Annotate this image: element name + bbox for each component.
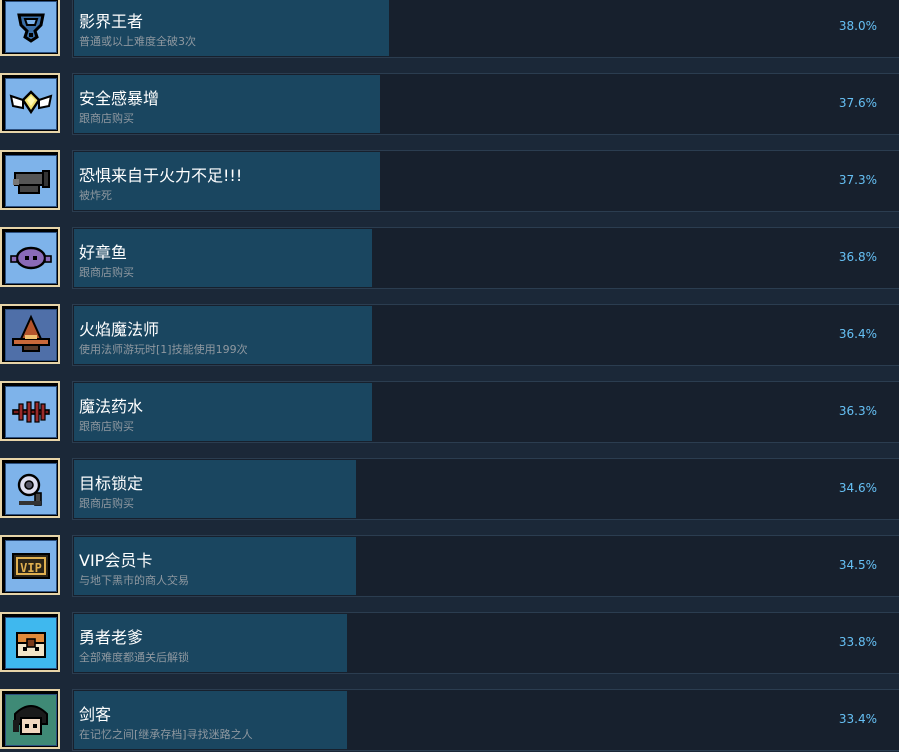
target-scope-icon (5, 463, 57, 515)
achievement-description: 跟商店购买 (79, 420, 134, 433)
achievement-title: 勇者老爹 (79, 628, 144, 647)
achievement-description: 跟商店购买 (79, 112, 134, 125)
achievement-title: 影界王者 (79, 12, 144, 31)
achievement-row[interactable]: 火焰魔法师 使用法师游玩时[1]技能使用199次 36.4% (0, 304, 899, 368)
achievement-row[interactable]: 安全感暴增 跟商店购买 37.6% (0, 73, 899, 137)
treasure-chest-icon (5, 617, 57, 669)
achievement-title: VIP会员卡 (79, 551, 153, 570)
svg-text:VIP: VIP (20, 561, 42, 575)
achievement-icon-frame (0, 0, 60, 56)
achievement-description: 跟商店购买 (79, 266, 134, 279)
achievement-percent: 33.4% (838, 712, 877, 726)
achievement-icon-frame (0, 150, 60, 210)
achievement-row[interactable]: 剑客 在记忆之间[继承存档]寻找迷路之人 33.4% (0, 689, 899, 752)
achievement-title: 魔法药水 (79, 397, 144, 416)
achievement-title: 好章鱼 (79, 243, 128, 262)
achievement-panel: 勇者老爹 全部难度都通关后解锁 33.8% (72, 612, 899, 674)
achievement-icon-frame: VIP (0, 535, 60, 595)
shield-emblem-icon (5, 1, 57, 53)
achievement-panel: 目标锁定 跟商店购买 34.6% (72, 458, 899, 520)
achievement-row[interactable]: 恐惧来自于火力不足!!! 被炸死 37.3% (0, 150, 899, 214)
achievement-description: 在记忆之间[继承存档]寻找迷路之人 (79, 728, 253, 741)
achievement-icon-frame (0, 458, 60, 518)
achievement-description: 被炸死 (79, 189, 112, 202)
achievement-title: 火焰魔法师 (79, 320, 160, 339)
achievement-description: 跟商店购买 (79, 497, 134, 510)
achievement-title: 剑客 (79, 705, 112, 724)
achievement-icon-frame (0, 73, 60, 133)
achievement-row[interactable]: VIP VIP会员卡 与地下黑市的商人交易 34.5% (0, 535, 899, 599)
achievement-icon-frame (0, 689, 60, 749)
achievement-panel: 好章鱼 跟商店购买 36.8% (72, 227, 899, 289)
spiked-rod-icon (5, 386, 57, 438)
vip-card-icon: VIP (5, 540, 57, 592)
achievement-description: 与地下黑市的商人交易 (79, 574, 189, 587)
achievement-percent: 33.8% (838, 635, 877, 649)
achievement-icon-frame (0, 227, 60, 287)
achievement-panel: 剑客 在记忆之间[继承存档]寻找迷路之人 33.4% (72, 689, 899, 751)
achievement-title: 安全感暴增 (79, 89, 160, 108)
achievement-percent: 36.4% (838, 327, 877, 341)
achievement-row[interactable]: 好章鱼 跟商店购买 36.8% (0, 227, 899, 291)
achievement-title: 恐惧来自于火力不足!!! (79, 166, 243, 185)
swordsman-face-icon (5, 694, 57, 746)
achievement-description: 普通或以上难度全破3次 (79, 35, 196, 48)
achievement-panel: 恐惧来自于火力不足!!! 被炸死 37.3% (72, 150, 899, 212)
achievement-row[interactable]: 影界王者 普通或以上难度全破3次 38.0% (0, 0, 899, 60)
achievement-row[interactable]: 魔法药水 跟商店购买 36.3% (0, 381, 899, 445)
achievement-percent: 34.6% (838, 481, 877, 495)
achievement-row[interactable]: 目标锁定 跟商店购买 34.6% (0, 458, 899, 522)
achievement-panel: 影界王者 普通或以上难度全破3次 38.0% (72, 0, 899, 58)
achievement-percent: 37.3% (838, 173, 877, 187)
achievement-list: 影界王者 普通或以上难度全破3次 38.0% 安全感暴增 跟商店购买 37.6% (0, 0, 899, 752)
achievement-icon-frame (0, 304, 60, 364)
achievement-description: 全部难度都通关后解锁 (79, 651, 189, 664)
wizard-hat-icon (5, 309, 57, 361)
achievement-percent: 36.3% (838, 404, 877, 418)
achievement-percent: 38.0% (838, 19, 877, 33)
achievement-panel: 安全感暴增 跟商店购买 37.6% (72, 73, 899, 135)
achievement-description: 使用法师游玩时[1]技能使用199次 (79, 343, 248, 356)
achievement-percent: 36.8% (838, 250, 877, 264)
cannon-icon (5, 155, 57, 207)
achievement-percent: 34.5% (838, 558, 877, 572)
octopus-icon (5, 232, 57, 284)
achievement-panel: VIP会员卡 与地下黑市的商人交易 34.5% (72, 535, 899, 597)
achievement-icon-frame (0, 381, 60, 441)
achievement-title: 目标锁定 (79, 474, 144, 493)
achievement-percent: 37.6% (838, 96, 877, 110)
winged-gem-icon (5, 78, 57, 130)
achievement-row[interactable]: 勇者老爹 全部难度都通关后解锁 33.8% (0, 612, 899, 676)
achievement-panel: 魔法药水 跟商店购买 36.3% (72, 381, 899, 443)
achievement-icon-frame (0, 612, 60, 672)
achievement-panel: 火焰魔法师 使用法师游玩时[1]技能使用199次 36.4% (72, 304, 899, 366)
